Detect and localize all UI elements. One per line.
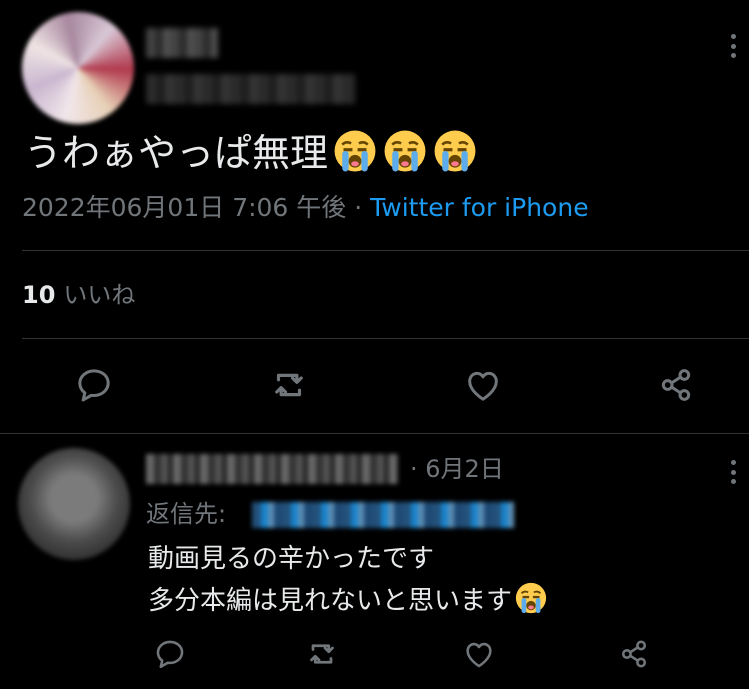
crying-emoji-icon [334, 130, 376, 172]
reply-text: 動画見るの辛かったです 多分本編は見れないと思います [148, 538, 548, 622]
reply-icon [78, 369, 110, 402]
reply-share-button[interactable] [612, 632, 656, 676]
reply-line-2: 多分本編は見れないと思います [148, 586, 513, 616]
reply-line-2-container: 多分本編は見れないと思います [148, 580, 548, 622]
author-name-redacted[interactable] [146, 28, 218, 58]
tweet-source-link[interactable]: Twitter for iPhone [370, 193, 588, 222]
reply-to-label: 返信先: [146, 500, 227, 528]
divider [22, 250, 749, 251]
reply-more-options-icon[interactable] [730, 460, 736, 484]
tweet-timestamp[interactable]: 2022年06月01日 7:06 午後 [22, 193, 346, 222]
reply-icon [156, 640, 184, 669]
retweet-button[interactable] [267, 363, 311, 407]
reply-button[interactable] [72, 363, 116, 407]
share-icon [621, 640, 647, 668]
like-icon [466, 642, 492, 668]
reply-like-button[interactable] [457, 632, 501, 676]
reply-author-avatar[interactable] [18, 448, 130, 560]
reply-date-container: · 6月2日 [410, 452, 504, 486]
tweet-meta: 2022年06月01日 7:06 午後 · Twitter for iPhone [22, 190, 589, 226]
like-icon [468, 371, 498, 401]
like-count: 10 [22, 281, 56, 309]
tweet-text: うわぁやっぱ無理 [24, 131, 329, 175]
tweet-text-container: うわぁやっぱ無理 [24, 128, 478, 178]
retweet-icon [310, 644, 334, 664]
crying-emoji-icon [515, 582, 547, 614]
reply-reply-button[interactable] [148, 632, 192, 676]
reply-line-1: 動画見るの辛かったです [148, 544, 435, 574]
author-handle-redacted[interactable] [146, 74, 356, 104]
share-button[interactable] [654, 363, 698, 407]
crying-emoji-icon [434, 130, 476, 172]
retweet-icon [275, 373, 303, 397]
reply-to-handle-redacted[interactable] [252, 502, 514, 528]
more-options-icon[interactable] [730, 34, 736, 58]
divider [0, 433, 749, 434]
meta-separator: · [346, 193, 371, 222]
divider [22, 338, 749, 339]
like-button[interactable] [461, 363, 505, 407]
reply-retweet-button[interactable] [300, 632, 344, 676]
reply-date-separator: · [410, 455, 418, 483]
reply-author-name-redacted[interactable] [146, 454, 398, 484]
share-icon [661, 369, 691, 401]
author-avatar[interactable] [22, 12, 134, 124]
likes-stat[interactable]: 10 いいね [22, 278, 135, 312]
crying-emoji-icon [384, 130, 426, 172]
reply-date[interactable]: 6月2日 [425, 455, 504, 483]
like-label: いいね [63, 281, 136, 309]
